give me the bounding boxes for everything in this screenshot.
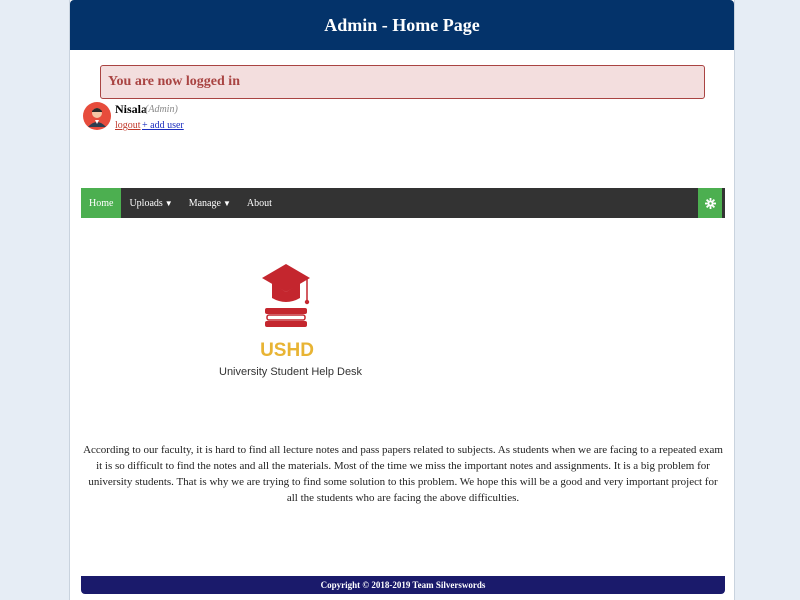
add-user-link[interactable]: + add user [142, 120, 184, 131]
nav-manage-label: Manage [188, 197, 221, 209]
page-title: Admin - Home Page [324, 14, 480, 35]
nav-about-label: About [246, 197, 272, 209]
nav-home[interactable]: Home [81, 188, 122, 218]
main-navbar: Home Uploads ▼ Manage ▼ About [81, 188, 725, 218]
login-success-alert: You are now logged in [100, 65, 705, 99]
page-header: Admin - Home Page [70, 0, 734, 50]
about-description: According to our faculty, it is hard to … [83, 444, 723, 504]
alert-message: You are now logged in [108, 74, 240, 89]
copyright-text: Copyright © 2018-2019 Team Silverswords [320, 580, 486, 590]
ushd-logo: USHD [260, 264, 314, 361]
nav-about[interactable]: About [239, 188, 280, 218]
user-name: Nisala [115, 102, 148, 116]
user-role: (Admin) [145, 104, 178, 115]
graduation-cap-icon [262, 264, 310, 292]
gear-icon [704, 197, 716, 209]
nav-uploads-label: Uploads [129, 197, 163, 209]
logo-caption: University Student Help Desk [219, 366, 363, 378]
logo-mark: USHD [260, 340, 314, 361]
nav-manage-dropdown[interactable]: Manage ▼ [181, 188, 239, 218]
settings-button[interactable] [698, 188, 722, 218]
page-footer: Copyright © 2018-2019 Team Silverswords [81, 576, 725, 594]
nav-uploads-dropdown[interactable]: Uploads ▼ [121, 188, 180, 218]
logout-link[interactable]: logout [115, 120, 141, 131]
avatar [83, 102, 111, 130]
page-container: Admin - Home Page You are now logged in … [69, 0, 735, 600]
caret-down-icon: ▼ [222, 198, 231, 208]
nav-home-label: Home [89, 197, 114, 209]
caret-down-icon: ▼ [164, 198, 173, 208]
